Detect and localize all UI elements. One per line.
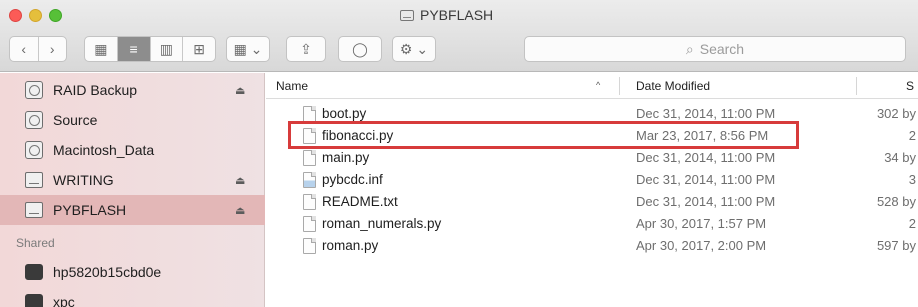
- minimize-window-button[interactable]: [29, 9, 42, 22]
- setup-info-icon: [303, 172, 316, 188]
- file-name: boot.py: [322, 106, 367, 121]
- file-list: Name ^ Date Modified S boot.py Dec 31, 2…: [266, 73, 918, 307]
- file-size: 528 by: [876, 194, 916, 209]
- share-button[interactable]: ⇪: [286, 36, 326, 62]
- sidebar-item-macintosh-data[interactable]: Macintosh_Data: [0, 135, 265, 165]
- search-placeholder: Search: [699, 41, 745, 57]
- file-size: 3: [908, 172, 916, 187]
- computer-icon: [25, 294, 43, 307]
- column-header-row: Name ^ Date Modified S: [266, 73, 918, 99]
- file-size: 302 by: [876, 106, 916, 121]
- file-date-modified: Dec 31, 2014, 11:00 PM: [636, 150, 776, 165]
- column-divider[interactable]: [619, 77, 620, 95]
- sidebar-item-label: hp5820b15cbd0e: [53, 264, 162, 280]
- sidebar-item-pybflash[interactable]: PYBFLASH ⏏: [0, 195, 265, 225]
- disk-icon: [25, 141, 43, 159]
- file-row-main-py[interactable]: main.py Dec 31, 2014, 11:00 PM 34 by: [266, 148, 918, 168]
- sidebar-item-label: PYBFLASH: [53, 202, 127, 218]
- sidebar-item-raid-backup[interactable]: RAID Backup ⏏: [0, 75, 265, 105]
- eject-icon[interactable]: ⏏: [235, 204, 245, 217]
- file-date-modified: Dec 31, 2014, 11:00 PM: [636, 172, 776, 187]
- icon-view-button[interactable]: ▦: [85, 37, 118, 61]
- document-icon: [303, 150, 316, 166]
- sidebar-item-label: RAID Backup: [53, 82, 138, 98]
- sidebar-item-label: WRITING: [53, 172, 114, 188]
- sidebar-section-shared: Shared: [16, 236, 55, 250]
- sidebar-item-hp5820b15cbd0e[interactable]: hp5820b15cbd0e: [0, 257, 265, 287]
- file-name: roman.py: [322, 238, 379, 253]
- disk-icon: [25, 81, 43, 99]
- disk-icon: [25, 111, 43, 129]
- file-row-readme-txt[interactable]: README.txt Dec 31, 2014, 11:00 PM 528 by: [266, 192, 918, 212]
- file-row-roman-py[interactable]: roman.py Apr 30, 2017, 2:00 PM 597 by: [266, 236, 918, 256]
- column-header-name[interactable]: Name: [276, 79, 308, 93]
- file-row-pybcdc-inf[interactable]: pybcdc.inf Dec 31, 2014, 11:00 PM 3: [266, 170, 918, 190]
- eject-icon[interactable]: ⏏: [235, 174, 245, 187]
- forward-button[interactable]: ›: [39, 37, 67, 61]
- column-view-button[interactable]: ▥: [151, 37, 184, 61]
- cover-flow-view-button[interactable]: ⊞: [183, 37, 215, 61]
- file-size: 597 by: [876, 238, 916, 253]
- drive-icon: [400, 9, 414, 21]
- file-name: roman_numerals.py: [322, 216, 442, 231]
- sidebar: RAID Backup ⏏ Source Macintosh_Data WRIT…: [0, 73, 265, 307]
- file-name: main.py: [322, 150, 370, 165]
- column-header-size[interactable]: S: [906, 79, 914, 93]
- back-button[interactable]: ‹: [10, 37, 39, 61]
- window-title: PYBFLASH: [400, 5, 493, 25]
- sidebar-item-xpc[interactable]: xpc: [0, 287, 265, 307]
- file-date-modified: Apr 30, 2017, 2:00 PM: [636, 238, 767, 253]
- sidebar-item-label: Source: [53, 112, 98, 128]
- sort-ascending-icon: ^: [596, 80, 601, 90]
- file-date-modified: Dec 31, 2014, 11:00 PM: [636, 194, 776, 209]
- sidebar-item-writing[interactable]: WRITING ⏏: [0, 165, 265, 195]
- view-mode-control: ▦ ≡ ▥ ⊞: [84, 36, 216, 62]
- zoom-window-button[interactable]: [49, 9, 62, 22]
- column-divider[interactable]: [856, 77, 857, 95]
- sidebar-item-source[interactable]: Source: [0, 105, 265, 135]
- file-name: pybcdc.inf: [322, 172, 383, 187]
- back-forward-control: ‹ ›: [9, 36, 67, 62]
- sidebar-item-label: Macintosh_Data: [53, 142, 155, 158]
- external-drive-icon: [25, 202, 43, 218]
- document-icon: [303, 194, 316, 210]
- window-titlebar: PYBFLASH ‹ › ▦ ≡ ▥ ⊞ ▦ ⌄ ⇪ ◯ ⚙ ⌄ ⌕ Searc…: [0, 0, 918, 72]
- close-window-button[interactable]: [9, 9, 22, 22]
- file-date-modified: Apr 30, 2017, 1:57 PM: [636, 216, 767, 231]
- sidebar-item-label: xpc: [53, 294, 75, 307]
- file-size: 34 by: [884, 150, 916, 165]
- file-name: README.txt: [322, 194, 398, 209]
- file-row-roman-numerals-py[interactable]: roman_numerals.py Apr 30, 2017, 1:57 PM …: [266, 214, 918, 234]
- search-field[interactable]: ⌕ Search: [524, 36, 906, 62]
- highlight-annotation-box: [288, 121, 799, 149]
- search-icon: ⌕: [685, 40, 694, 57]
- document-icon: [303, 106, 316, 122]
- arrange-button[interactable]: ▦ ⌄: [226, 36, 270, 62]
- document-icon: [303, 216, 316, 232]
- external-drive-icon: [25, 172, 43, 188]
- computer-icon: [25, 264, 43, 280]
- file-size: 2: [908, 216, 916, 231]
- window-title-label: PYBFLASH: [420, 7, 494, 23]
- document-icon: [303, 238, 316, 254]
- file-size: 2: [908, 128, 916, 143]
- column-header-date-modified[interactable]: Date Modified: [636, 79, 710, 93]
- list-view-button[interactable]: ≡: [117, 37, 151, 61]
- eject-icon[interactable]: ⏏: [235, 84, 245, 97]
- file-date-modified: Dec 31, 2014, 11:00 PM: [636, 106, 776, 121]
- edit-tags-button[interactable]: ◯: [338, 36, 382, 62]
- action-menu-button[interactable]: ⚙ ⌄: [392, 36, 436, 62]
